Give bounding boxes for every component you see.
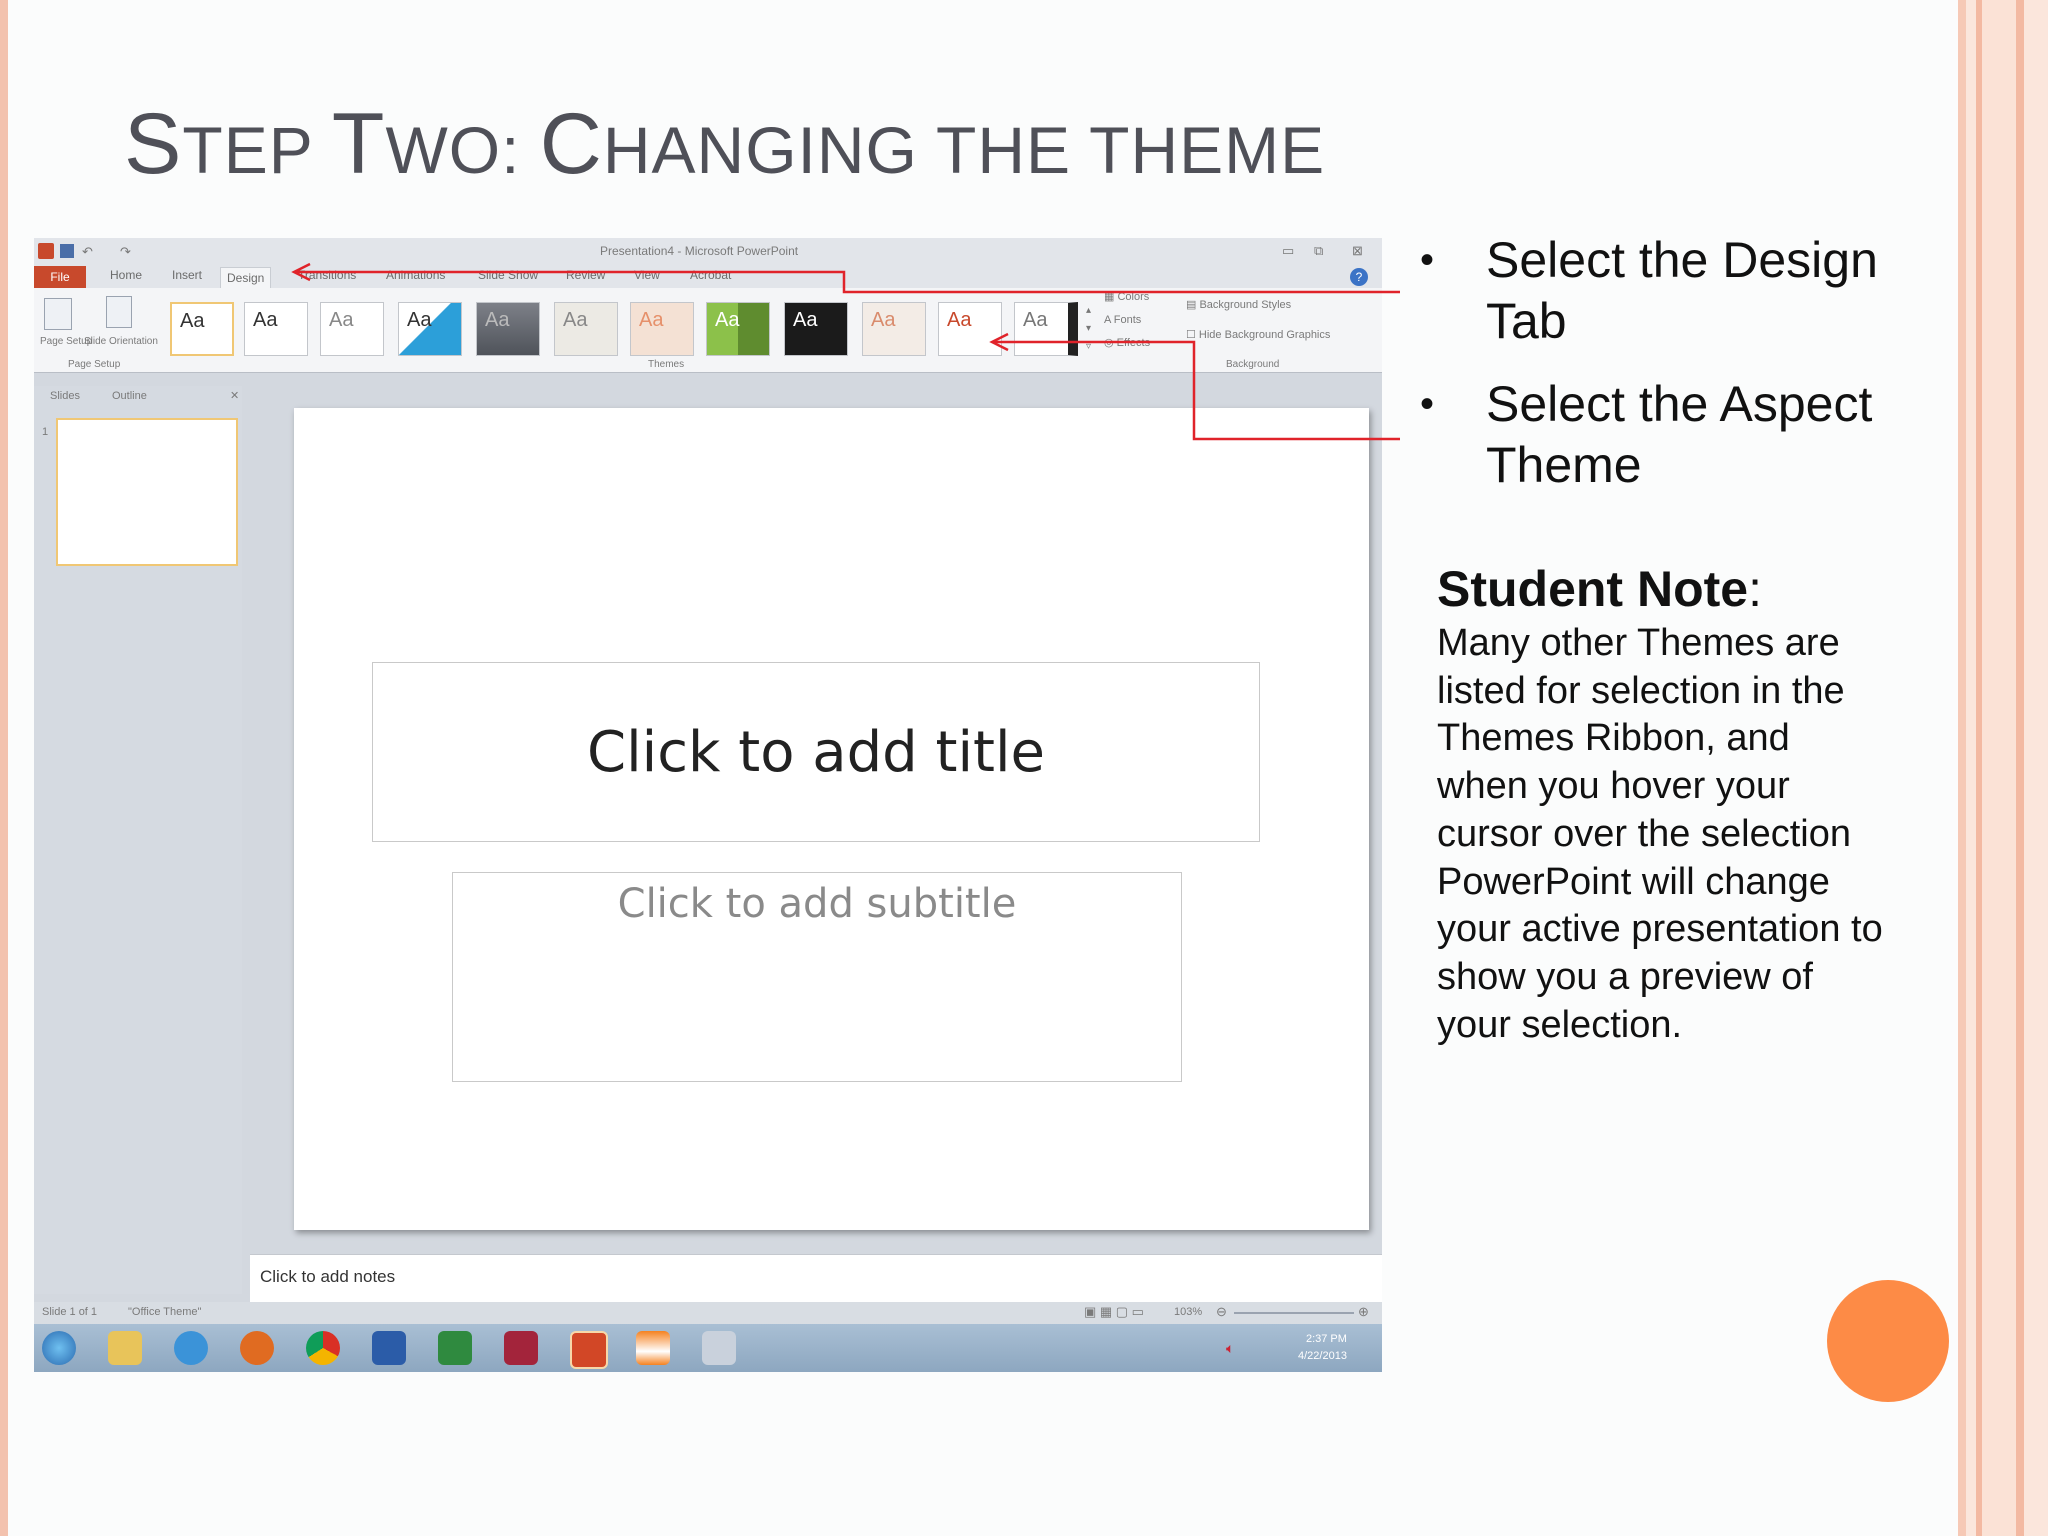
bullet-dot-icon: • <box>1420 238 1435 282</box>
note-line: Themes Ribbon, and <box>1437 717 1790 760</box>
note-line: your active presentation to <box>1437 908 1883 951</box>
note-line: Many other Themes are <box>1437 622 1840 664</box>
note-line: when you hover your <box>1437 765 1790 808</box>
note-line: PowerPoint will change <box>1437 860 1830 903</box>
bullet-list: • Select the Design Tab • Select the Asp… <box>1420 230 1940 518</box>
bullet-item: • Select the Design Tab <box>1420 230 1940 352</box>
note-line: your selection. <box>1437 1003 1683 1046</box>
note-heading-text: Student Note <box>1437 561 1749 617</box>
note-line: listed for selection in the <box>1437 669 1845 712</box>
orange-circle-decoration <box>1827 1280 1949 1402</box>
arrow-to-design-tab <box>296 270 1400 294</box>
note-line: show you a preview of <box>1437 955 1813 998</box>
note-heading-colon: : <box>1748 561 1762 617</box>
note-heading: Student Note: <box>1437 558 1917 620</box>
note-line: cursor over the selection <box>1437 812 1851 855</box>
bullet-text: Select the Design Tab <box>1486 232 1878 349</box>
arrow-to-aspect-theme <box>994 340 1400 441</box>
bullet-dot-icon: • <box>1420 382 1435 426</box>
bullet-text: Select the Aspect Theme <box>1486 376 1873 493</box>
student-note: Student Note: Many other Themes are list… <box>1437 558 1917 1049</box>
bullet-item: • Select the Aspect Theme <box>1420 374 1940 496</box>
